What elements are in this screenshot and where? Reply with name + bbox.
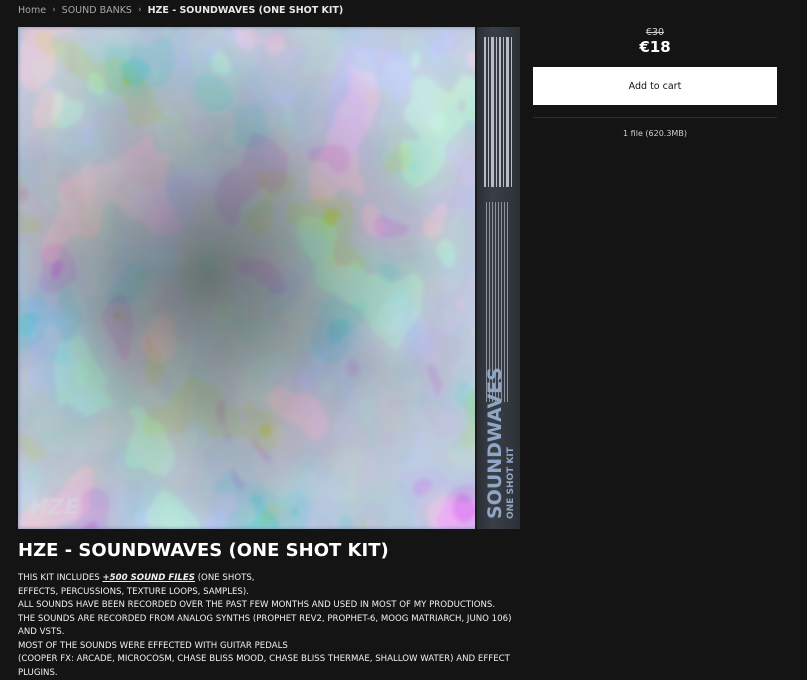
divider xyxy=(533,117,777,118)
add-to-cart-button[interactable]: Add to cart xyxy=(533,67,777,105)
description-line: MOST OF THE SOUNDS WERE EFFECTED WITH GU… xyxy=(18,640,538,654)
spine-subtitle: ONE SHOT KIT xyxy=(506,446,516,519)
product-title: HZE - SOUNDWAVES (ONE SHOT KIT) xyxy=(18,540,389,561)
spine-title: SOUNDWAVES xyxy=(484,367,506,519)
description-line: (COOPER FX: ARCADE, MICROCOSM, CHASE BLI… xyxy=(18,653,538,667)
spine-title-graphic: SOUNDWAVES ONE SHOT KIT xyxy=(475,27,520,529)
description-line: PLUGINS. xyxy=(18,667,538,680)
description-line: ALL SOUNDS HAVE BEEN RECORDED OVER THE P… xyxy=(18,599,538,613)
description-text: (ONE SHOTS, xyxy=(195,573,255,583)
description-line: AND VSTS. xyxy=(18,626,538,640)
breadcrumb-current-page: HZE - SOUNDWAVES (ONE SHOT KIT) xyxy=(148,5,344,16)
cover-logo: HZE xyxy=(30,495,80,519)
breadcrumb-sound-banks-link[interactable]: SOUND BANKS xyxy=(62,5,132,16)
product-description: THIS KIT INCLUDES +500 SOUND FILES (ONE … xyxy=(18,572,538,680)
breadcrumb: Home › SOUND BANKS › HZE - SOUNDWAVES (O… xyxy=(18,4,343,16)
cover-artwork xyxy=(18,27,520,529)
description-line: EFFECTS, PERCUSSIONS, TEXTURE LOOPS, SAM… xyxy=(18,586,538,600)
original-price: €30 xyxy=(533,27,777,38)
breadcrumb-home-link[interactable]: Home xyxy=(18,5,46,16)
sale-price: €18 xyxy=(533,38,777,56)
breadcrumb-separator: › xyxy=(52,5,56,15)
description-line: THIS KIT INCLUDES +500 SOUND FILES (ONE … xyxy=(18,572,538,586)
sound-files-highlight: +500 SOUND FILES xyxy=(102,573,195,583)
product-cover-image[interactable]: SOUNDWAVES ONE SHOT KIT HZE xyxy=(18,27,520,529)
file-info: 1 file (620.3MB) xyxy=(533,129,777,138)
breadcrumb-separator: › xyxy=(138,5,142,15)
cover-spine: SOUNDWAVES ONE SHOT KIT xyxy=(475,27,520,529)
description-text: THIS KIT INCLUDES xyxy=(18,573,102,583)
description-line: THE SOUNDS ARE RECORDED FROM ANALOG SYNT… xyxy=(18,613,538,627)
